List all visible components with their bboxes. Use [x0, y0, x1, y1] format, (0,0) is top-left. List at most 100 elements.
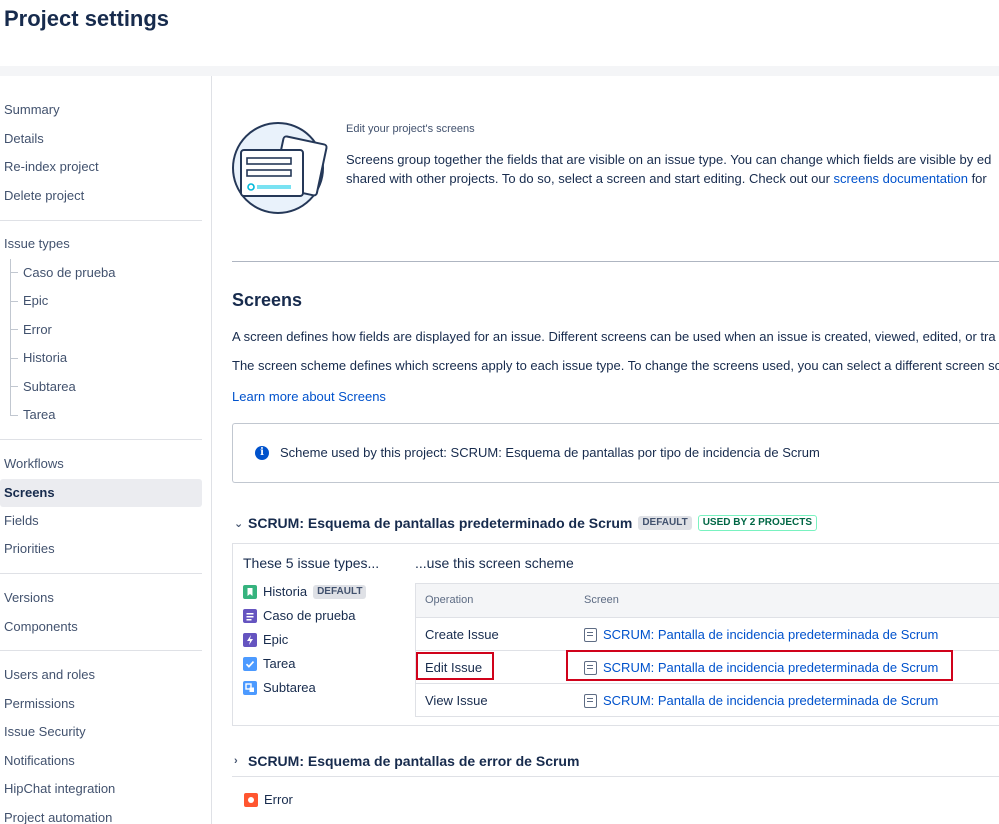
sidebar-item-priorities[interactable]: Priorities: [4, 538, 55, 560]
sidebar-item-screens[interactable]: Screens: [0, 479, 202, 507]
sidebar-item-delete-project[interactable]: Delete project: [4, 185, 84, 207]
screen-link-text: SCRUM: Pantalla de incidencia predetermi…: [603, 627, 939, 642]
scheme-error-toggle[interactable]: › SCRUM: Esquema de pantallas de error d…: [234, 753, 579, 769]
screen-link-create[interactable]: SCRUM: Pantalla de incidencia predetermi…: [584, 627, 938, 642]
screens-documentation-link[interactable]: screens documentation: [834, 171, 968, 186]
scheme-error-name: SCRUM: Esquema de pantallas de error de …: [248, 753, 580, 769]
sidebar-item-issue-types[interactable]: Issue types: [4, 233, 70, 255]
scheme-error-divider: [232, 776, 999, 777]
screens-description-2: The screen scheme defines which screens …: [232, 358, 999, 373]
sidebar-item-fields[interactable]: Fields: [4, 510, 39, 532]
sidebar-item-historia[interactable]: Historia: [23, 347, 67, 369]
intro-line-2: shared with other projects. To do so, se…: [346, 169, 999, 188]
issue-type-name: Caso de prueba: [263, 608, 356, 623]
operation-column-header: Operation: [425, 594, 474, 606]
issue-type-name: Tarea: [263, 656, 296, 671]
sidebar-item-reindex-project[interactable]: Re-index project: [4, 156, 99, 178]
scheme-info-text: Scheme used by this project: SCRUM: Esqu…: [280, 445, 820, 460]
sidebar-divider: [0, 220, 202, 221]
intro-description: Screens group together the fields that a…: [346, 150, 999, 188]
screen-icon: [584, 693, 597, 708]
intro-line-2-text: shared with other projects. To do so, se…: [346, 171, 834, 186]
screen-icon: [584, 627, 597, 642]
issue-type-historia: Historia DEFAULT: [243, 584, 367, 599]
sidebar-item-project-automation[interactable]: Project automation: [4, 807, 112, 824]
sidebar-item-caso-de-prueba[interactable]: Caso de prueba: [23, 262, 116, 284]
operation-create-issue: Create Issue: [425, 627, 499, 642]
issue-type-caso-de-prueba: Caso de prueba: [243, 608, 356, 623]
highlight-edit-operation: [416, 652, 494, 680]
intro-line-1: Screens group together the fields that a…: [346, 152, 992, 167]
info-icon: i: [255, 446, 269, 460]
scheme-default-toggle[interactable]: ⌄ SCRUM: Esquema de pantallas predetermi…: [234, 515, 817, 531]
list-icon: [243, 608, 257, 623]
page-title: Project settings: [4, 6, 170, 31]
operation-view-issue: View Issue: [425, 693, 488, 708]
table-row: Create Issue SCRUM: Pantalla de incidenc…: [416, 618, 999, 651]
issue-type-name: Historia: [263, 584, 308, 599]
intro-title: Edit your project's screens: [346, 123, 475, 135]
page-header: Project settings: [0, 0, 999, 66]
chevron-right-icon: ›: [234, 755, 238, 767]
tree-tick: [10, 415, 18, 416]
table-row: View Issue SCRUM: Pantalla de incidencia…: [416, 684, 999, 717]
learn-more-link[interactable]: Learn more about Screens: [232, 389, 386, 404]
checkbox-icon: [243, 656, 257, 671]
sidebar-item-tarea[interactable]: Tarea: [23, 404, 56, 426]
issue-type-name: Subtarea: [263, 680, 316, 695]
tree-tick: [10, 329, 18, 330]
screen-scheme-column-title: ...use this screen scheme: [415, 555, 574, 571]
sidebar-divider: [0, 573, 202, 574]
subtask-icon: [243, 680, 257, 695]
screen-column-header: Screen: [584, 594, 619, 606]
intro-line-2-suffix: for: [967, 171, 987, 186]
sidebar-item-permissions[interactable]: Permissions: [4, 693, 75, 715]
issue-type-error: Error: [244, 792, 293, 807]
issue-type-name: Error: [264, 792, 293, 807]
screen-link-view[interactable]: SCRUM: Pantalla de incidencia predetermi…: [584, 693, 938, 708]
tree-tick: [10, 358, 18, 359]
screen-link-text: SCRUM: Pantalla de incidencia predetermi…: [603, 693, 939, 708]
screens-description-1: A screen defines how fields are displaye…: [232, 329, 996, 344]
sidebar-divider: [0, 439, 202, 440]
issue-type-name: Epic: [263, 632, 289, 647]
sidebar-item-details[interactable]: Details: [4, 128, 44, 150]
issue-type-epic: Epic: [243, 632, 288, 647]
tree-line: [10, 259, 11, 416]
highlight-edit-screen: [566, 650, 953, 681]
sidebar-item-hipchat-integration[interactable]: HipChat integration: [4, 778, 115, 800]
sidebar-item-subtarea[interactable]: Subtarea: [23, 376, 76, 398]
sidebar-item-users-and-roles[interactable]: Users and roles: [4, 664, 95, 686]
issue-type-subtarea: Subtarea: [243, 680, 316, 695]
screens-illustration: [231, 122, 331, 217]
sidebar-item-notifications[interactable]: Notifications: [4, 750, 75, 772]
sidebar-item-workflows[interactable]: Workflows: [4, 453, 64, 475]
scheme-default-panel: These 5 issue types... ...use this scree…: [232, 543, 999, 726]
scheme-info-box: i Scheme used by this project: SCRUM: Es…: [232, 423, 999, 483]
screens-heading: Screens: [232, 290, 303, 310]
sidebar-item-versions[interactable]: Versions: [4, 587, 54, 609]
sidebar-item-epic[interactable]: Epic: [23, 290, 48, 312]
sidebar-item-summary[interactable]: Summary: [4, 99, 60, 121]
header-band: [0, 66, 999, 76]
sidebar-item-issue-security[interactable]: Issue Security: [4, 721, 86, 743]
operations-table-header: Operation Screen: [416, 584, 999, 618]
sidebar-item-error[interactable]: Error: [23, 319, 52, 341]
bug-icon: [244, 792, 258, 807]
issue-types-column-title: These 5 issue types...: [243, 555, 380, 571]
default-lozenge: DEFAULT: [638, 516, 692, 530]
scheme-default-name: SCRUM: Esquema de pantallas predetermina…: [248, 515, 633, 531]
sidebar: Summary Details Re-index project Delete …: [0, 76, 212, 824]
bookmark-icon: [243, 584, 257, 599]
section-separator: [232, 261, 999, 262]
chevron-down-icon: ⌄: [234, 517, 244, 530]
main-content: Edit your project's screens Screens grou…: [213, 76, 999, 824]
issue-type-tarea: Tarea: [243, 656, 296, 671]
sidebar-divider: [0, 650, 202, 651]
tree-tick: [10, 301, 18, 302]
lightning-icon: [243, 632, 257, 647]
tree-tick: [10, 386, 18, 387]
used-by-lozenge: USED BY 2 PROJECTS: [697, 515, 817, 531]
sidebar-item-components[interactable]: Components: [4, 616, 78, 638]
default-lozenge: DEFAULT: [313, 584, 367, 599]
